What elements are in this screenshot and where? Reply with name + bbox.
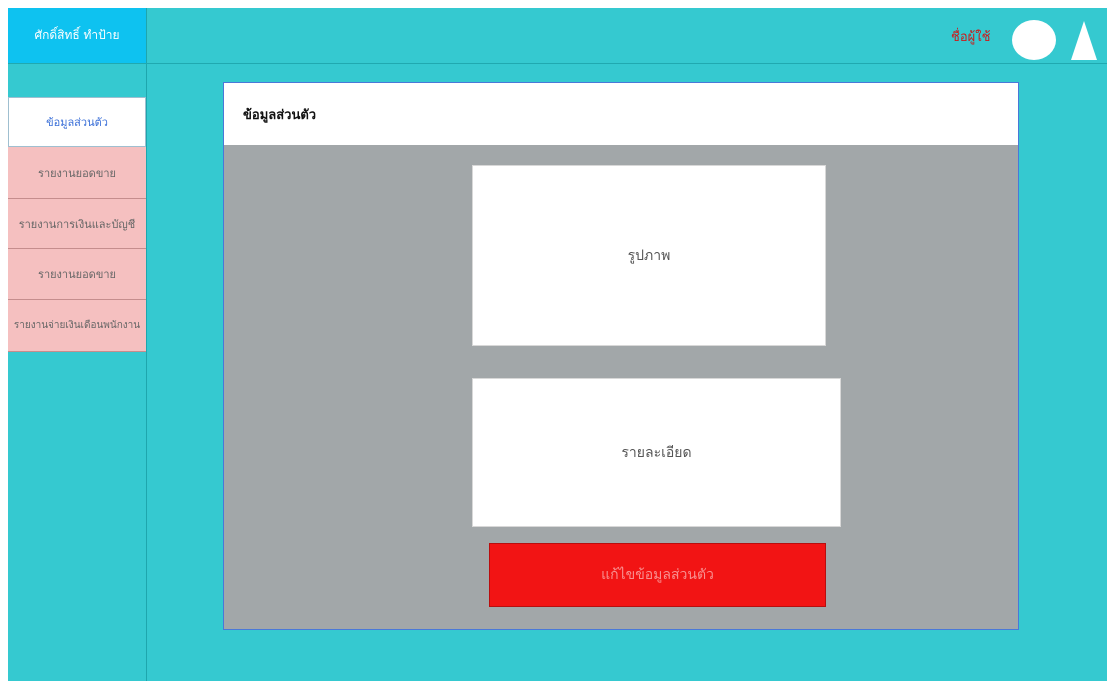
sidebar-item-label: รายงานการเงินและบัญชี: [18, 217, 136, 231]
edit-profile-label: แก้ไขข้อมูลส่วนตัว: [601, 567, 714, 583]
app-window: ศักดิ์สิทธิ์ ทำป้าย ชื่อผู้ใช้ ข้อมูลส่ว…: [8, 8, 1107, 681]
sidebar-item-sales-report[interactable]: รายงานยอดขาย: [8, 147, 146, 199]
personal-info-panel: ข้อมูลส่วนตัว รูปภาพ รายละเอียด แก้ไขข้อ…: [223, 82, 1019, 630]
edit-profile-button[interactable]: แก้ไขข้อมูลส่วนตัว: [489, 543, 826, 607]
user-avatar-icon[interactable]: [1012, 20, 1056, 60]
sidebar-item-personal-info[interactable]: ข้อมูลส่วนตัว: [8, 97, 146, 147]
photo-label: รูปภาพ: [627, 247, 671, 264]
sidebar-item-label: รายงานจ่ายเงินเดือนพนักงาน: [13, 320, 141, 331]
page-title: ข้อมูลส่วนตัว: [243, 107, 317, 123]
photo-placeholder: รูปภาพ: [472, 165, 826, 346]
header-divider: [8, 63, 1107, 64]
sidebar-item-label: รายงานยอดขาย: [38, 268, 116, 281]
sidebar-item-label: รายงานยอดขาย: [38, 166, 116, 180]
sidebar-item-label: ข้อมูลส่วนตัว: [46, 116, 108, 129]
sidebar-item-sales-report-2[interactable]: รายงานยอดขาย: [8, 249, 146, 300]
sidebar-item-finance-report[interactable]: รายงานการเงินและบัญชี: [8, 199, 146, 249]
brand-name: ศักดิ์สิทธิ์ ทำป้าย: [34, 28, 120, 42]
details-label: รายละเอียด: [621, 444, 692, 461]
sidebar-item-payroll-report[interactable]: รายงานจ่ายเงินเดือนพนักงาน: [8, 300, 146, 352]
details-placeholder: รายละเอียด: [472, 378, 841, 527]
user-name[interactable]: ชื่อผู้ใช้: [951, 26, 990, 47]
sidebar-divider: [146, 8, 147, 681]
brand-logo[interactable]: ศักดิ์สิทธิ์ ทำป้าย: [8, 8, 147, 63]
panel-header: ข้อมูลส่วนตัว: [224, 83, 1018, 145]
triangle-menu-icon[interactable]: [1071, 21, 1097, 60]
